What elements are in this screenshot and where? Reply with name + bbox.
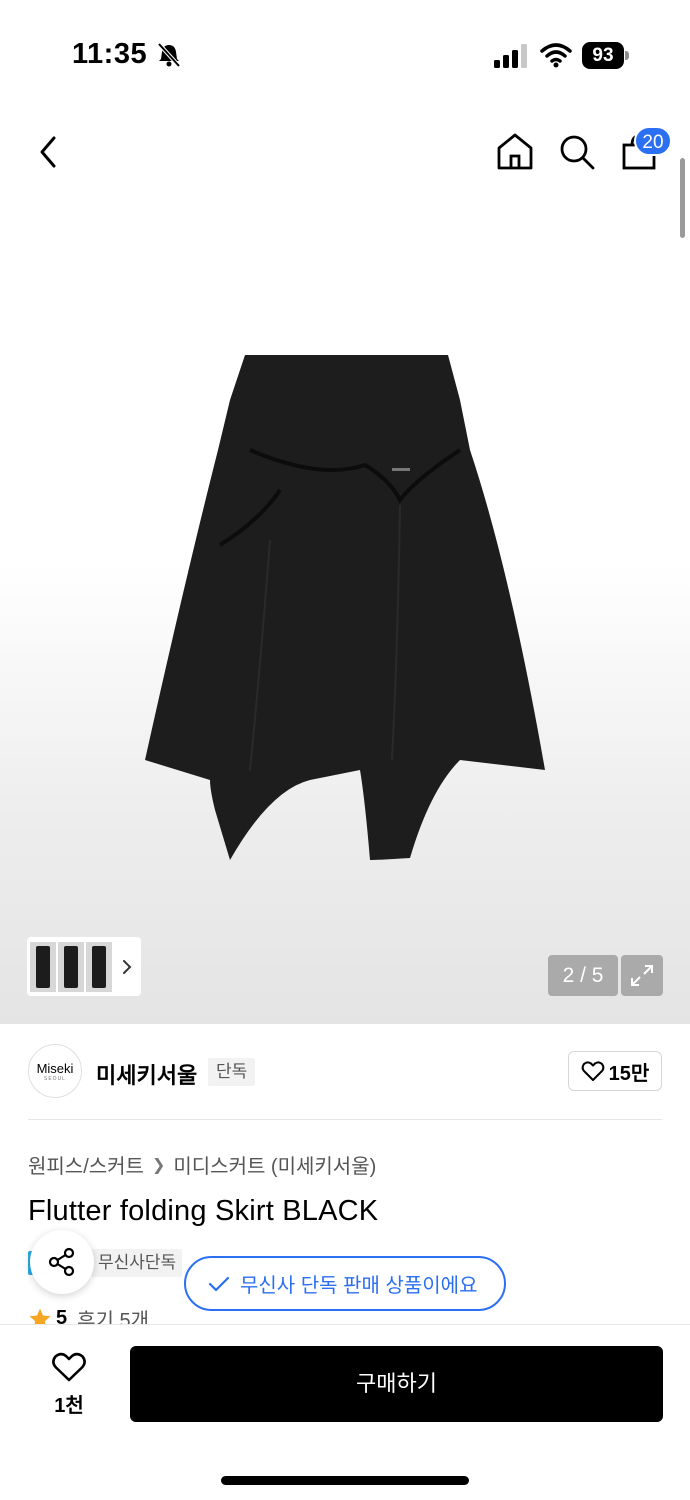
product-title: Flutter folding Skirt BLACK: [28, 1195, 379, 1227]
home-icon[interactable]: [494, 130, 536, 174]
image-page-counter: 2 / 5: [548, 955, 618, 996]
thumbnail[interactable]: [30, 941, 56, 992]
bell-muted-icon: [157, 42, 181, 68]
brand-like-button[interactable]: 15만: [568, 1051, 662, 1091]
battery-level: 93: [582, 42, 624, 69]
brand-row: Miseki SEOUL 미세키서울 단독 15만: [28, 1044, 662, 1100]
heart-icon: [581, 1061, 605, 1081]
chevron-right-icon: ❯: [151, 1156, 166, 1174]
breadcrumb: 원피스/스커트 ❯ 미디스커트 (미세키서울): [28, 1150, 376, 1179]
battery-indicator: 93: [582, 42, 629, 69]
product-image[interactable]: [130, 340, 560, 870]
buy-button[interactable]: 구매하기: [130, 1346, 663, 1422]
checkmark-icon: [208, 1276, 230, 1291]
exclusive-toast: 무신사 단독 판매 상품이에요: [184, 1256, 506, 1311]
search-icon[interactable]: [556, 130, 598, 174]
expand-icon: [631, 965, 653, 986]
bottom-purchase-bar: 1천 구매하기: [0, 1324, 690, 1500]
cellular-signal-icon: [494, 44, 527, 68]
wishlist-button[interactable]: 1천: [38, 1347, 100, 1423]
thumbnail[interactable]: [86, 941, 112, 992]
brand-logo-text: Miseki: [36, 1061, 74, 1076]
heart-icon: [52, 1352, 86, 1382]
breadcrumb-category[interactable]: 원피스/스커트: [28, 1150, 144, 1179]
chevron-right-icon[interactable]: [118, 955, 136, 979]
divider: [28, 1119, 662, 1120]
thumbnail[interactable]: [58, 941, 84, 992]
exclusive-label: 무신사단독: [92, 1249, 183, 1277]
back-icon[interactable]: [30, 130, 70, 174]
wifi-icon: [540, 43, 572, 68]
status-time: 11:35: [72, 38, 148, 70]
brand-name[interactable]: 미세키서울: [96, 1058, 197, 1090]
share-button[interactable]: [30, 1230, 94, 1294]
breadcrumb-subcategory[interactable]: 미디스커트 (미세키서울): [173, 1150, 376, 1179]
share-icon: [48, 1247, 75, 1277]
brand-like-count: 15만: [608, 1062, 650, 1085]
cart-count-badge: 20: [634, 126, 672, 156]
toast-text: 무신사 단독 판매 상품이에요: [240, 1275, 478, 1297]
status-bar: 11:35 93: [0, 0, 690, 110]
scrollbar[interactable]: [680, 158, 685, 238]
wishlist-count: 1천: [54, 1395, 84, 1417]
brand-exclusive-tag: 단독: [208, 1058, 256, 1086]
brand-logo[interactable]: Miseki SEOUL: [28, 1044, 82, 1098]
expand-image-button[interactable]: [621, 955, 663, 996]
top-navigation: 20: [0, 110, 690, 194]
brand-logo-subtext: SEOUL: [44, 1076, 66, 1082]
home-indicator[interactable]: [221, 1476, 469, 1485]
